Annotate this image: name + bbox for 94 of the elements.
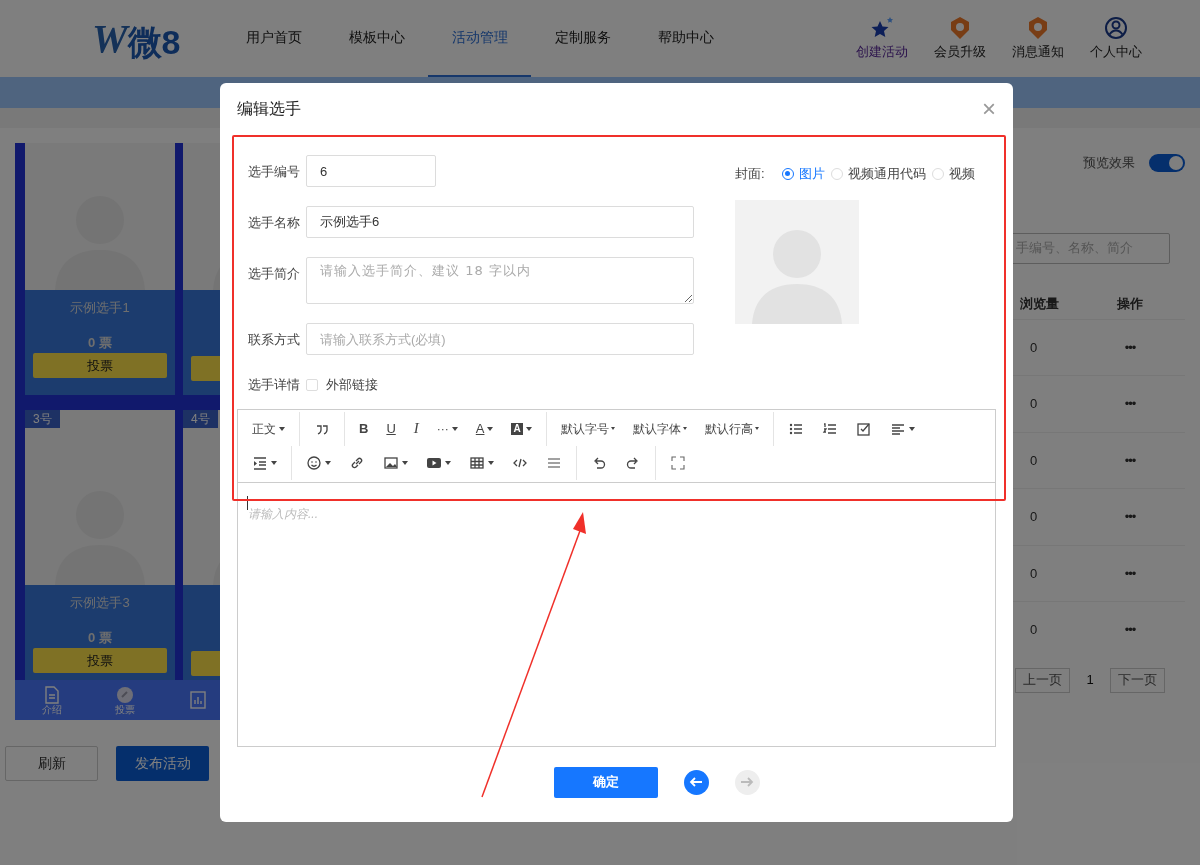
caret-icon xyxy=(488,460,494,465)
caret-icon xyxy=(271,460,277,465)
caret-icon xyxy=(279,426,285,431)
toolbar-button[interactable]: 默认行高 xyxy=(695,413,768,444)
intro-field[interactable]: 请输入选手简介、建议 18 字以内 xyxy=(306,257,694,304)
table-cell-text: 0 xyxy=(1030,338,1038,357)
radio-label: 图片 xyxy=(798,165,825,183)
toolbar-button[interactable]: 默认字体 xyxy=(623,413,696,444)
checkbox[interactable] xyxy=(306,378,318,391)
caret-icon xyxy=(487,426,494,431)
preview-switch[interactable] xyxy=(1149,153,1185,172)
contestant-name: 示例选手1 xyxy=(70,299,130,317)
vote-button[interactable]: 投票 xyxy=(33,648,167,673)
more-actions[interactable]: ••• xyxy=(1124,337,1136,357)
action-button[interactable]: 发布活动 xyxy=(116,746,209,781)
confirm-button[interactable]: 确定 xyxy=(553,766,658,798)
text-field[interactable]: 请输入联系方式(必填) xyxy=(306,323,694,355)
field-label: 选手名称 xyxy=(248,214,301,232)
badge-icon xyxy=(948,15,972,40)
fullscreen-icon xyxy=(670,454,686,471)
toolbar-button[interactable]: B xyxy=(350,413,378,444)
toggle-label: 预览效果 xyxy=(1083,154,1135,172)
more-actions[interactable]: ••• xyxy=(1124,620,1136,640)
checkbox-label: 外部链接 xyxy=(326,376,378,394)
more-actions[interactable]: ••• xyxy=(1124,507,1136,527)
radio-label: 视频通用代码 xyxy=(847,165,926,183)
bottom-nav-item[interactable]: 投票 xyxy=(88,680,162,720)
caret-icon xyxy=(445,460,451,465)
page-number[interactable]: 1 xyxy=(1080,670,1100,690)
toolbar-button[interactable]: A xyxy=(466,413,503,444)
more-actions[interactable]: ••• xyxy=(1124,563,1136,583)
caret-icon xyxy=(908,426,915,431)
toolbar-button[interactable]: ··· xyxy=(427,413,467,444)
nav-tab[interactable]: 定制服务 xyxy=(531,0,634,77)
vote-count: 0 票 xyxy=(88,334,112,351)
close-button[interactable]: × xyxy=(982,97,996,121)
caret-icon xyxy=(325,460,331,465)
field-label: 选手详情 xyxy=(248,376,301,394)
contestant-name: 示例选手3 xyxy=(70,594,130,612)
table-cell-text: 0 xyxy=(1030,395,1038,413)
vote-button[interactable]: 投票 xyxy=(33,353,167,378)
more-actions[interactable]: ••• xyxy=(1124,394,1136,414)
numbered-list-icon xyxy=(821,420,838,437)
column-header: 操作 xyxy=(1117,294,1143,313)
caret-icon xyxy=(525,426,532,431)
field-label: 联系方式 xyxy=(248,331,301,349)
toolbar-button[interactable]: I xyxy=(404,413,428,444)
cover-label: 封面: xyxy=(735,165,765,183)
number-badge: 3号 xyxy=(25,410,60,428)
document-icon xyxy=(43,685,60,704)
column-header: 浏览量 xyxy=(1020,294,1059,313)
header-action[interactable]: 个人中心 xyxy=(1082,15,1150,62)
nav-tab[interactable]: 用户首页 xyxy=(222,0,325,77)
text-field[interactable]: 6 xyxy=(306,155,436,187)
header-action[interactable]: 消息通知 xyxy=(1004,15,1072,62)
table-icon xyxy=(469,454,485,471)
caret-icon xyxy=(682,427,687,430)
back-button[interactable] xyxy=(683,769,709,795)
badge-icon xyxy=(1026,15,1050,40)
vote-icon xyxy=(116,685,134,704)
star-icon xyxy=(869,15,895,40)
user-icon xyxy=(1104,15,1128,40)
caret-icon xyxy=(754,427,759,430)
vote-count: 0 票 xyxy=(88,629,112,646)
text-field[interactable]: 示例选手6 xyxy=(306,206,694,238)
number-badge: 4号 xyxy=(183,410,218,428)
caret-icon xyxy=(610,427,615,430)
field-label: 选手编号 xyxy=(248,163,301,181)
table-cell-text: 0 xyxy=(1030,508,1038,526)
field-label: 选手简介 xyxy=(248,265,301,283)
radio-label: 视频 xyxy=(948,165,975,183)
chart-icon xyxy=(190,691,207,709)
indent-icon xyxy=(252,454,268,471)
toolbar-button[interactable]: 正文 xyxy=(243,413,294,444)
nav-tab[interactable]: 帮助中心 xyxy=(634,0,737,77)
logo: W微8 xyxy=(92,18,182,59)
toolbar-button[interactable]: A xyxy=(502,413,541,444)
table-cell-text: 0 xyxy=(1030,564,1038,583)
checkbox-list-icon xyxy=(855,420,872,437)
header-action[interactable]: 创建活动 xyxy=(848,15,916,62)
header-action[interactable]: 会员升级 xyxy=(926,15,994,62)
toolbar-button[interactable]: U xyxy=(377,413,405,444)
image-icon xyxy=(383,454,399,471)
more-actions[interactable]: ••• xyxy=(1124,450,1136,470)
toolbar-button[interactable]: 默认字号 xyxy=(551,413,624,444)
table-cell-text: 0 xyxy=(1030,621,1038,639)
dialog-title: 编辑选手 xyxy=(237,99,301,119)
action-button[interactable]: 刷新 xyxy=(5,746,98,781)
emoji-icon xyxy=(306,454,322,471)
caret-icon xyxy=(451,426,458,431)
nav-tab[interactable]: 模板中心 xyxy=(325,0,428,77)
bottom-nav-item[interactable]: 介绍 xyxy=(15,680,89,720)
table-cell-text: 0 xyxy=(1030,451,1038,470)
caret-icon xyxy=(402,460,408,465)
